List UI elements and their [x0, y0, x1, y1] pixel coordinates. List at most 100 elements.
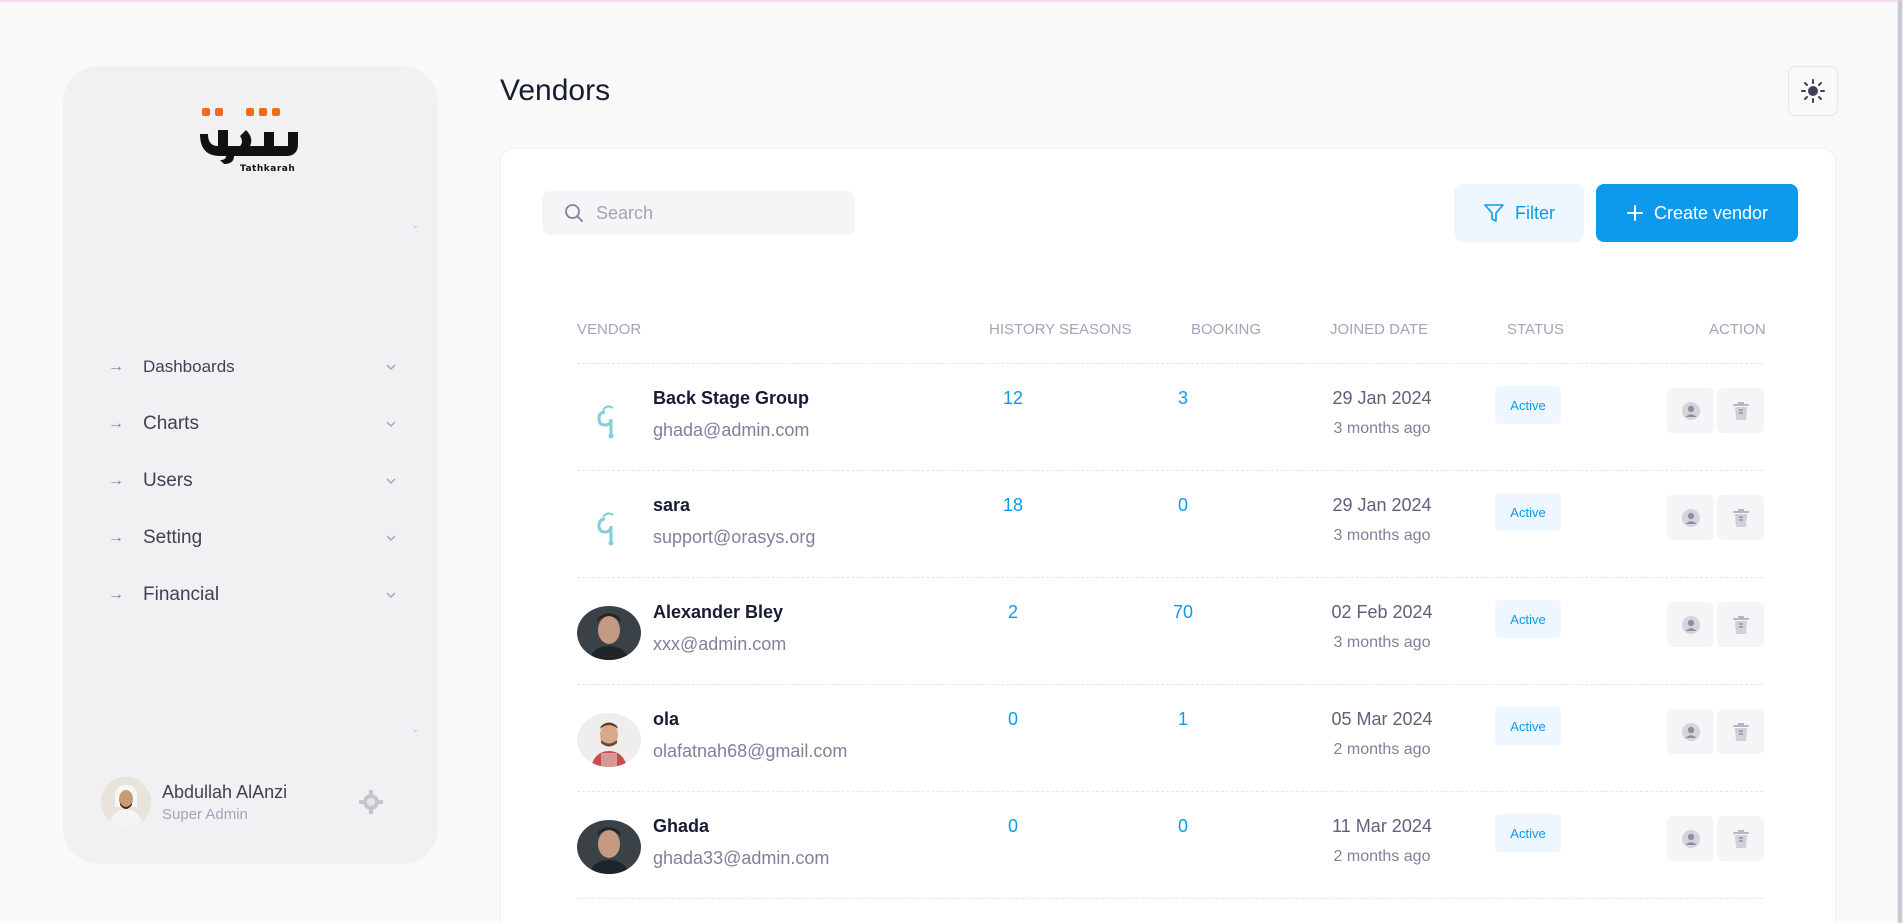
user-profile[interactable]: Abdullah AlAnzi Super Admin — [101, 775, 401, 829]
trash-icon — [1732, 829, 1749, 848]
vendor-name[interactable]: ola — [653, 709, 679, 730]
top-progress-line — [0, 0, 1903, 2]
history-seasons-value: 0 — [1007, 709, 1018, 729]
view-user-button[interactable] — [1667, 388, 1714, 433]
history-seasons-value: 12 — [1002, 388, 1024, 408]
column-header-joined-date[interactable]: Joined Date — [1330, 321, 1428, 338]
history-seasons-value: 2 — [1007, 602, 1018, 622]
vendor-email: xxx@admin.com — [653, 634, 787, 654]
plus-icon — [1626, 205, 1643, 221]
collapse-toggle-icon[interactable]: ⌄ — [412, 222, 420, 230]
status-badge: Active — [1495, 707, 1561, 745]
sidebar-item-setting[interactable]: → Setting — [108, 509, 398, 566]
avatar — [577, 606, 641, 660]
column-header-booking[interactable]: Booking — [1191, 321, 1261, 338]
history-seasons-value: 18 — [1002, 495, 1024, 515]
table-row: Back Stage Group ghada@admin.com 12 3 29… — [577, 364, 1764, 471]
column-header-status[interactable]: Status — [1507, 321, 1564, 338]
trash-icon — [1732, 508, 1749, 527]
delete-button[interactable] — [1717, 816, 1764, 861]
gear-icon[interactable] — [358, 789, 384, 815]
joined-relative: 3 months ago — [1333, 634, 1431, 651]
status-badge: Active — [1495, 600, 1561, 638]
trash-icon — [1732, 401, 1749, 420]
sidebar-item-financial[interactable]: → Financial — [108, 566, 398, 623]
sidebar-item-dashboards[interactable]: → Dashboards — [108, 338, 398, 395]
booking-value: 70 — [1172, 602, 1194, 622]
chevron-down-icon — [384, 417, 398, 431]
vendor-logo-avatar — [577, 392, 641, 446]
user-icon — [1681, 829, 1700, 848]
sidebar-item-label: Dashboards — [143, 356, 235, 376]
delete-button[interactable] — [1717, 388, 1764, 433]
table-row: Ghada ghada33@admin.com 0 0 11 Mar 2024 … — [577, 792, 1764, 899]
booking-value: 0 — [1177, 816, 1188, 836]
arrow-right-icon: → — [108, 585, 124, 603]
avatar — [577, 820, 641, 874]
joined-date: 02 Feb 2024 — [1331, 602, 1433, 622]
arrow-right-icon: → — [108, 471, 124, 489]
logo-glyph-icon — [200, 130, 298, 164]
table-row: sara support@orasys.org 18 0 29 Jan 2024… — [577, 471, 1764, 578]
theme-toggle-button[interactable] — [1788, 66, 1838, 116]
booking-value: 0 — [1177, 495, 1188, 515]
user-name: Abdullah AlAnzi — [162, 781, 288, 802]
search-box[interactable] — [542, 191, 855, 235]
vendor-name[interactable]: Alexander Bley — [653, 602, 783, 623]
trash-icon — [1732, 615, 1749, 634]
logo-dots — [202, 108, 280, 116]
sidebar: Tathkarah ⌄ → Dashboards → Charts → User… — [63, 66, 438, 864]
create-vendor-button[interactable]: Create vendor — [1596, 184, 1798, 242]
delete-button[interactable] — [1717, 602, 1764, 647]
search-icon — [565, 204, 583, 222]
status-badge: Active — [1495, 386, 1561, 424]
vendors-card: Filter Create vendor Vendor History Seas… — [500, 148, 1836, 923]
sidebar-item-charts[interactable]: → Charts — [108, 395, 398, 452]
filter-label: Filter — [1515, 202, 1555, 223]
vendor-name[interactable]: sara — [653, 495, 690, 516]
funnel-icon — [1484, 204, 1504, 222]
joined-date: 29 Jan 2024 — [1332, 495, 1432, 515]
arrow-right-icon: → — [108, 357, 124, 375]
chevron-down-icon — [384, 474, 398, 488]
joined-date: 11 Mar 2024 — [1332, 816, 1432, 836]
view-user-button[interactable] — [1667, 709, 1714, 754]
search-input[interactable] — [596, 202, 826, 224]
vendor-logo-avatar — [577, 499, 641, 553]
sidebar-item-label: Financial — [143, 583, 220, 605]
avatar — [101, 777, 151, 827]
sun-icon — [1801, 79, 1825, 103]
logo-text: Tathkarah — [240, 164, 296, 174]
user-icon — [1681, 401, 1700, 420]
joined-date: 29 Jan 2024 — [1332, 388, 1432, 408]
delete-button[interactable] — [1717, 495, 1764, 540]
column-header-vendor[interactable]: Vendor — [577, 321, 641, 338]
collapse-toggle-icon[interactable]: ⌄ — [412, 726, 420, 734]
page-scrollbar[interactable] — [1897, 0, 1903, 923]
history-seasons-value: 0 — [1007, 816, 1018, 836]
joined-relative: 3 months ago — [1333, 527, 1431, 544]
sidebar-item-label: Setting — [143, 526, 203, 548]
joined-relative: 2 months ago — [1333, 848, 1431, 865]
joined-date: 05 Mar 2024 — [1331, 709, 1433, 729]
view-user-button[interactable] — [1667, 816, 1714, 861]
sidebar-item-users[interactable]: → Users — [108, 452, 398, 509]
brand-logo[interactable]: Tathkarah — [194, 108, 304, 180]
avatar — [577, 713, 641, 767]
booking-value: 1 — [1177, 709, 1188, 729]
trash-icon — [1732, 722, 1749, 741]
booking-value: 3 — [1177, 388, 1188, 408]
vendor-email: ghada33@admin.com — [653, 848, 830, 868]
scrollbar-thumb[interactable] — [1898, 0, 1902, 923]
chevron-down-icon — [384, 531, 398, 545]
column-header-history-seasons[interactable]: History Seasons — [989, 321, 1132, 338]
delete-button[interactable] — [1717, 709, 1764, 754]
vendor-name[interactable]: Ghada — [653, 816, 709, 837]
filter-button[interactable]: Filter — [1454, 184, 1584, 242]
view-user-button[interactable] — [1667, 495, 1714, 540]
view-user-button[interactable] — [1667, 602, 1714, 647]
table-row: Alexander Bley xxx@admin.com 2 70 02 Feb… — [577, 578, 1764, 685]
vendor-name[interactable]: Back Stage Group — [653, 388, 809, 409]
arrow-right-icon: → — [108, 414, 124, 432]
column-header-action: Action — [1709, 321, 1766, 338]
